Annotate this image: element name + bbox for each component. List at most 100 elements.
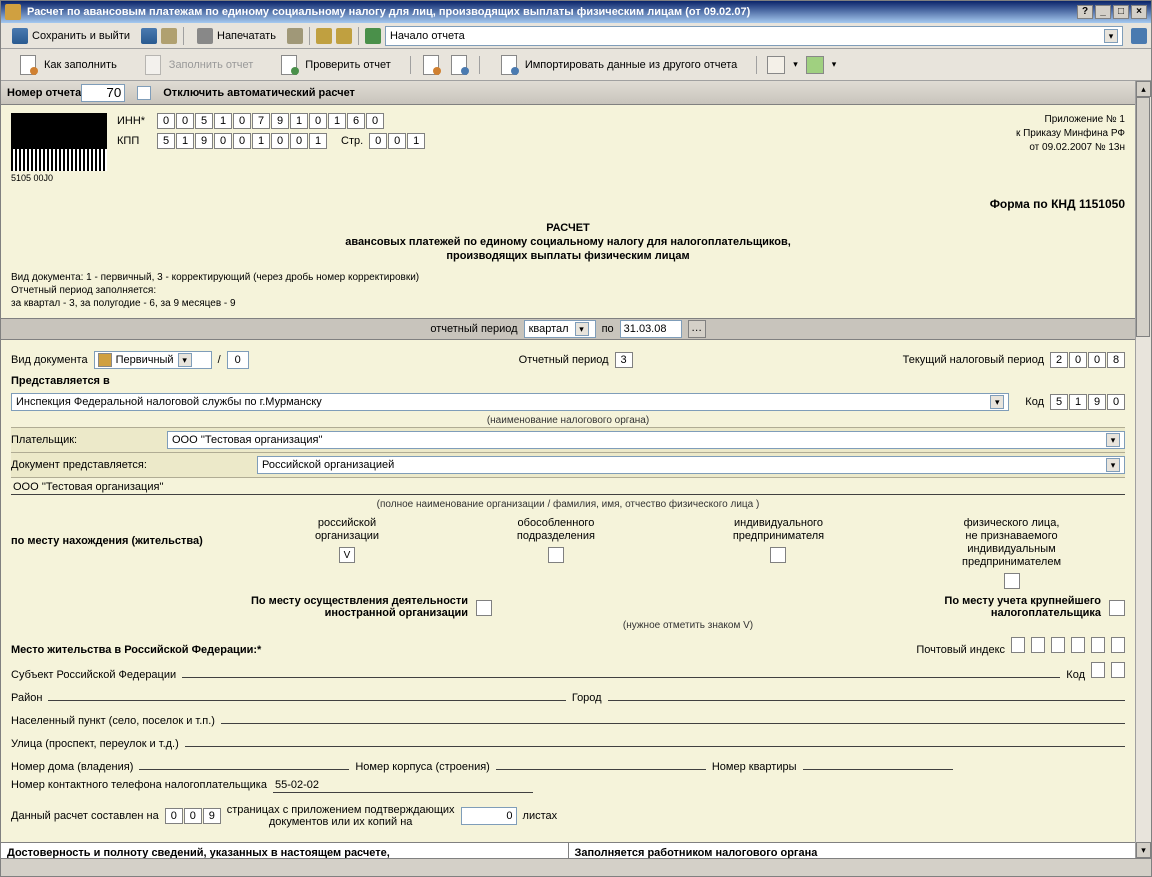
page-label: Стр. [341, 135, 363, 147]
kpp-cells: 519001001 [157, 133, 327, 149]
corr-number[interactable]: 0 [227, 351, 249, 369]
fill-icon [143, 55, 163, 75]
doc-presented-field[interactable]: Российской организацией▾ [257, 456, 1125, 474]
payer-field[interactable]: ООО ''Тестовая организация''▾ [167, 431, 1125, 449]
export-icon[interactable] [421, 55, 441, 75]
zoom-out-icon[interactable] [336, 28, 352, 44]
loc-chk-5[interactable] [476, 600, 492, 616]
print-button[interactable]: Напечатать [190, 25, 283, 47]
titlebar: Расчет по авансовым платежам по единому … [1, 1, 1151, 23]
raion-label: Район [11, 692, 42, 704]
period-select[interactable]: квартал▾ [524, 320, 596, 338]
save-doc-icon[interactable] [449, 55, 469, 75]
save-icon [12, 28, 28, 44]
tax-worker-section: Заполняется работником налогового органа [569, 843, 1136, 858]
min-button[interactable]: _ [1095, 5, 1111, 19]
scroll-up-button[interactable]: ▴ [1136, 81, 1151, 97]
separator [309, 27, 310, 45]
att-count[interactable]: 0 [461, 807, 517, 825]
print-preview-icon[interactable] [287, 28, 303, 44]
separator [410, 56, 411, 74]
house-label: Номер дома (владения) [11, 761, 133, 773]
chevron-down-icon: ▾ [178, 353, 192, 367]
save-exit-button[interactable]: Сохранить и выйти [5, 25, 137, 47]
phone-label: Номер контактного телефона налогоплатель… [11, 779, 267, 791]
fill-button[interactable]: Заполнить отчет [134, 50, 263, 80]
report-period-cell[interactable]: 3 [615, 352, 633, 368]
date-picker-button[interactable]: … [688, 320, 706, 338]
phone-field[interactable]: 55-02-02 [273, 779, 533, 793]
payer-fullname[interactable]: ООО ''Тестовая организация'' [11, 481, 1125, 495]
chevron-down-icon: ▾ [575, 322, 589, 336]
confirm-section: Достоверность и полноту сведений, указан… [1, 843, 569, 858]
scroll-down-button[interactable]: ▾ [1136, 842, 1151, 858]
city-label: Город [572, 692, 602, 704]
pages-count-cells: 009 [165, 808, 221, 824]
play-icon[interactable] [365, 28, 381, 44]
addr-header: Место жительства в Российской Федерации:… [11, 644, 261, 656]
folder-icon [98, 353, 112, 367]
submit-code-cells: 5190 [1050, 394, 1125, 410]
loc-r2b: По месту учета крупнейшего налогоплатель… [944, 595, 1101, 619]
autocalc-checkbox[interactable] [137, 86, 151, 100]
payer-label: Плательщик: [11, 434, 161, 446]
doc-title: РАСЧЕТ авансовых платежей по единому соц… [11, 221, 1125, 263]
refresh-icon[interactable] [1131, 28, 1147, 44]
check-button[interactable]: Проверить отчет [270, 50, 400, 80]
chevron-down-icon: ▾ [1106, 433, 1120, 447]
payer-fullname-sub: (полное наименование организации / фамил… [11, 498, 1125, 511]
chevron-down-icon: ▾ [1106, 458, 1120, 472]
submit-to-field[interactable]: Инспекция Федеральной налоговой службы п… [11, 393, 1009, 411]
close-button[interactable]: × [1131, 5, 1147, 19]
location-header: по месту нахождения (жительства) [11, 517, 241, 547]
check-icon [279, 55, 299, 75]
flat-label: Номер квартиры [712, 761, 797, 773]
save-icon-btn[interactable] [141, 28, 157, 44]
subj-field[interactable] [182, 664, 1060, 678]
hints: Вид документа: 1 - первичный, 3 - коррек… [11, 271, 1125, 310]
report-number-input[interactable] [81, 84, 125, 102]
form-code: Форма по КНД 1151050 [11, 197, 1125, 211]
barcode [11, 113, 107, 171]
house-field[interactable] [139, 756, 349, 770]
report-header-bar: Номер отчета Отключить автоматический ра… [1, 81, 1135, 105]
period-date[interactable]: 31.03.08 [620, 320, 682, 338]
howto-button[interactable]: Как заполнить [9, 50, 126, 80]
inn-cells: 005107910160 [157, 113, 384, 129]
pages-l1: Данный расчет составлен на [11, 810, 159, 822]
loc-c2: обособленногоподразделения [517, 517, 595, 543]
loc-chk-2[interactable] [548, 547, 564, 563]
howto-icon [18, 55, 38, 75]
pages-l2: страницах с приложением подтверждающихдо… [227, 804, 455, 828]
period-label: отчетный период [430, 323, 517, 335]
subj-label: Субъект Российской Федерации [11, 669, 176, 681]
raion-field[interactable] [48, 687, 565, 701]
copy-icon-btn[interactable] [161, 28, 177, 44]
street-label: Улица (проспект, переулок и т.д.) [11, 738, 179, 750]
vertical-scrollbar[interactable]: ▴ ▾ [1135, 81, 1151, 858]
page-cells: 001 [369, 133, 425, 149]
doc-kind-select[interactable]: Первичный▾ [94, 351, 212, 369]
app-icon [5, 4, 21, 20]
loc-chk-3[interactable] [770, 547, 786, 563]
city-field[interactable] [608, 687, 1125, 701]
korp-field[interactable] [496, 756, 706, 770]
pages-l3: листах [523, 810, 558, 822]
loc-note: (нужное отметить знаком V) [251, 619, 1125, 632]
import-button[interactable]: Импортировать данные из другого отчета [490, 50, 746, 80]
loc-chk-1[interactable]: V [339, 547, 355, 563]
zoom-in-icon[interactable] [316, 28, 332, 44]
period-bar: отчетный период квартал▾ по 31.03.08 … [1, 318, 1135, 340]
loc-chk-4[interactable] [1004, 573, 1020, 589]
street-field[interactable] [185, 733, 1125, 747]
help-button[interactable]: ? [1077, 5, 1093, 19]
section-selector[interactable]: Начало отчета ▾ [385, 26, 1123, 46]
misc-icon-2[interactable] [806, 56, 824, 74]
misc-icon-1[interactable] [767, 56, 785, 74]
separator [479, 56, 480, 74]
max-button[interactable]: □ [1113, 5, 1129, 19]
flat-field[interactable] [803, 756, 953, 770]
scroll-thumb[interactable] [1136, 97, 1150, 337]
loc-chk-6[interactable] [1109, 600, 1125, 616]
np-field[interactable] [221, 710, 1125, 724]
